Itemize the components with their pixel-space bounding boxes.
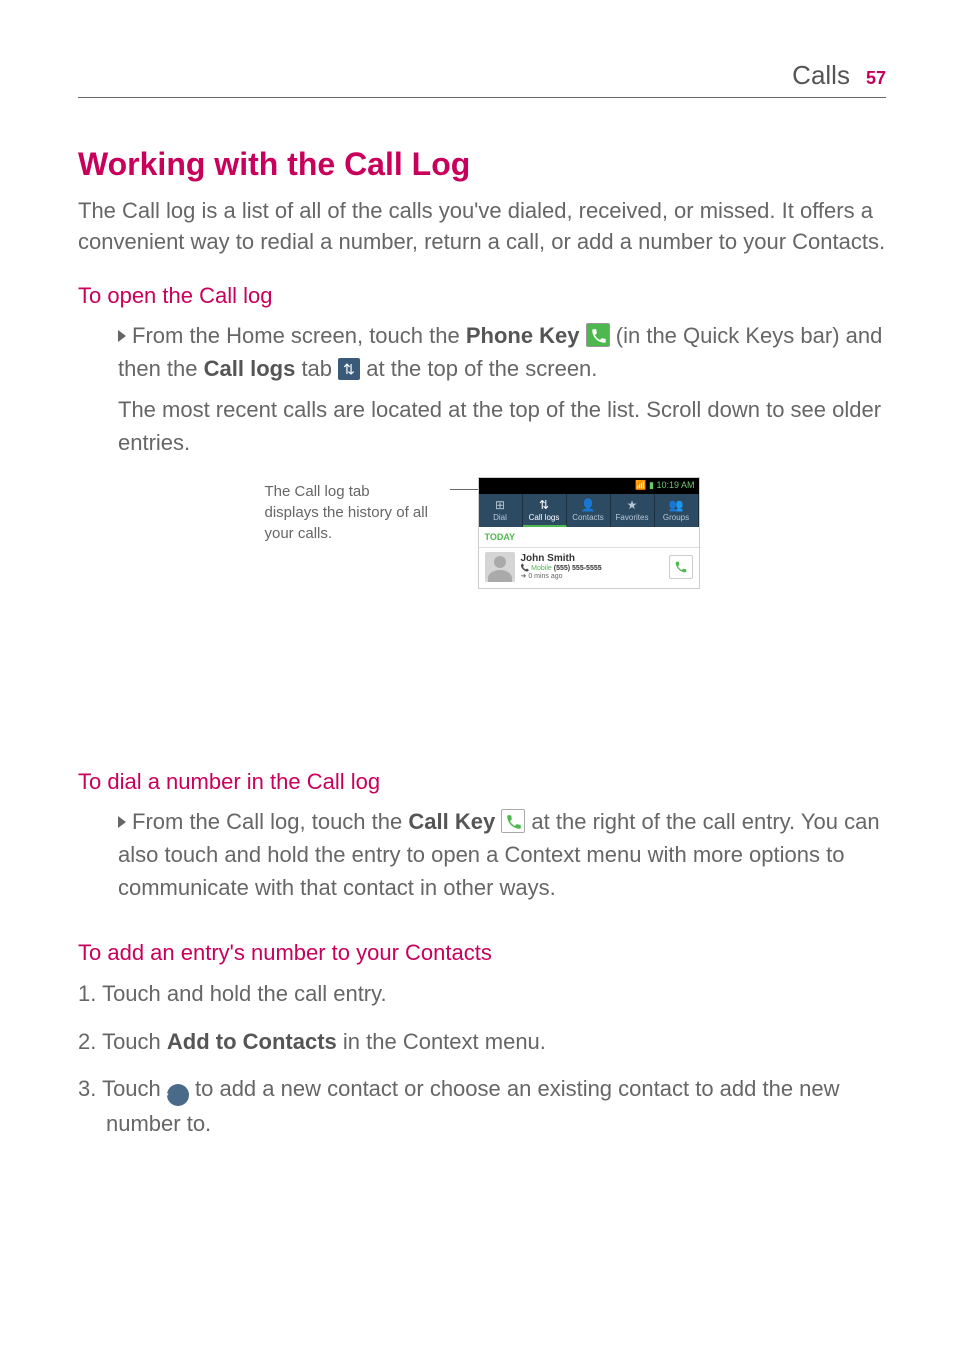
entry-info: John Smith 📞 Mobile (555) 555-5555 ➜ 0 m…: [521, 553, 669, 582]
contacts-icon: 👤: [567, 498, 610, 512]
page-number: 57: [866, 68, 886, 89]
step-1: 1. Touch and hold the call entry.: [78, 976, 886, 1011]
section-dial-number-heading: To dial a number in the Call log: [78, 769, 886, 795]
tab-dial[interactable]: ⊞Dial: [479, 494, 523, 527]
phone-tabs: ⊞Dial ⇅Call logs 👤Contacts ★Favorites 👥G…: [479, 494, 699, 527]
numbered-steps: 1. Touch and hold the call entry. 2. Tou…: [78, 976, 886, 1141]
entry-call-button[interactable]: [669, 555, 693, 579]
header-section-label: Calls: [792, 60, 850, 91]
entry-time-ago: ➜ 0 mins ago: [521, 573, 669, 581]
step-note: The most recent calls are located at the…: [118, 393, 886, 459]
section-add-contacts-heading: To add an entry's number to your Contact…: [78, 940, 886, 966]
entry-name: John Smith: [521, 553, 669, 565]
phone-screenshot: 📶 ▮ 10:19 AM ⊞Dial ⇅Call logs 👤Contacts …: [478, 477, 700, 589]
groups-icon: 👥: [655, 498, 698, 512]
phone-key-icon: [586, 323, 610, 347]
contact-avatar: [485, 552, 515, 582]
favorites-icon: ★: [611, 498, 654, 512]
page-header: Calls 57: [78, 60, 886, 98]
step-text: From the Home screen, touch the Phone Ke…: [118, 319, 886, 385]
step-text: From the Call log, touch the Call Key at…: [118, 805, 886, 904]
status-icons: 📶 ▮: [635, 480, 654, 490]
today-divider: TODAY: [479, 527, 699, 547]
page-title: Working with the Call Log: [78, 146, 886, 183]
callout-text: The Call log tab displays the history of…: [265, 477, 450, 589]
step-3: 3. Touch + to add a new contact or choos…: [78, 1071, 886, 1141]
add-contact-plus-icon: +: [167, 1084, 189, 1106]
tab-call-logs[interactable]: ⇅Call logs: [523, 494, 567, 527]
status-time: 10:19 AM: [656, 480, 694, 490]
call-logs-tab-icon: [338, 358, 360, 380]
section-open-call-log-heading: To open the Call log: [78, 283, 886, 309]
status-bar: 📶 ▮ 10:19 AM: [479, 478, 699, 494]
bullet-icon: [118, 816, 126, 828]
tab-contacts[interactable]: 👤Contacts: [567, 494, 611, 527]
bullet-icon: [118, 330, 126, 342]
entry-number-line: 📞 Mobile (555) 555-5555: [521, 565, 669, 573]
tab-favorites[interactable]: ★Favorites: [611, 494, 655, 527]
step-dial-number: From the Call log, touch the Call Key at…: [118, 805, 886, 904]
call-logs-icon: ⇅: [523, 498, 566, 512]
call-key-icon: [501, 809, 525, 833]
screenshot-callout-block: The Call log tab displays the history of…: [78, 477, 886, 589]
callout-leader-line: [450, 489, 478, 589]
step-2: 2. Touch Add to Contacts in the Context …: [78, 1024, 886, 1059]
tab-groups[interactable]: 👥Groups: [655, 494, 699, 527]
step-open-call-log: From the Home screen, touch the Phone Ke…: [118, 319, 886, 459]
call-log-entry[interactable]: John Smith 📞 Mobile (555) 555-5555 ➜ 0 m…: [479, 547, 699, 588]
intro-paragraph: The Call log is a list of all of the cal…: [78, 195, 886, 257]
dial-icon: ⊞: [479, 498, 522, 512]
